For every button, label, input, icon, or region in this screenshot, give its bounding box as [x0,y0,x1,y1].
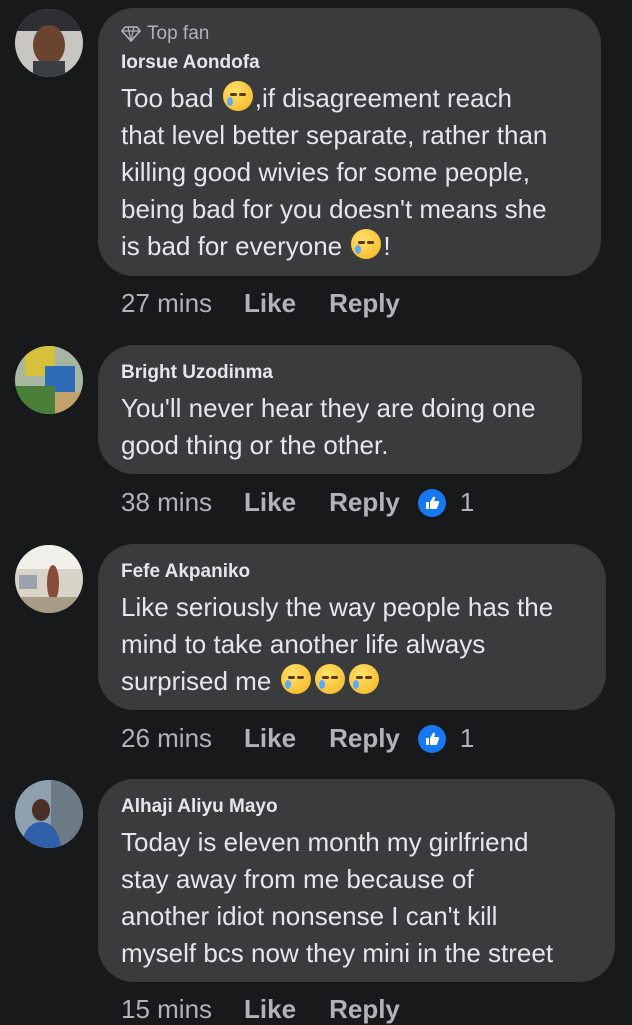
comment-text-line: is bad for everyone [121,231,350,261]
reply-button[interactable]: Reply [329,994,400,1025]
comment-text-line: another idiot nonsense I can't kill [121,901,498,931]
comment-actions: 26 mins Like Reply 1 [121,723,474,754]
comment-text-line: Like seriously the way people has the [121,592,554,622]
comment-text-line: Too bad [121,83,221,113]
comment-text-line: ,if disagreement reach [254,83,512,113]
avatar-image [15,780,83,848]
comment-text-line: that level better separate, rather than [121,120,548,150]
comment-text-line: ! [383,231,391,261]
comment-bubble: Alhaji Aliyu Mayo Today is eleven month … [98,779,615,982]
comment-text-line: good thing or the other. [121,430,389,460]
crying-face-icon [280,664,311,694]
badge-label: Top fan [147,23,210,44]
like-button[interactable]: Like [244,288,296,319]
comment-text-line: stay away from me because of [121,864,474,894]
reaction-summary[interactable]: 1 [417,487,475,518]
comment-text-line: mind to take another life always [121,629,486,659]
like-button[interactable]: Like [244,487,296,518]
timestamp[interactable]: 27 mins [121,288,212,319]
comment-actions: 15 mins Like Reply [121,994,400,1025]
avatar-image [15,545,83,613]
commenter-name[interactable]: Alhaji Aliyu Mayo [121,796,615,818]
thumbs-up-icon [417,724,446,753]
comment-bubble: Bright Uzodinma You'll never hear they a… [98,345,582,474]
thumbs-up-icon [417,488,446,517]
avatar[interactable] [15,346,83,414]
reaction-count: 1 [459,723,475,753]
avatar-image [15,346,83,414]
comment-text: You'll never hear they are doing one goo… [121,390,582,464]
commenter-name[interactable]: Fefe Akpaniko [121,561,606,583]
crying-face-icon [348,664,379,694]
comment-actions: 27 mins Like Reply [121,288,400,319]
like-button[interactable]: Like [244,994,296,1025]
comment-text-line: myself bcs now they mini in the street [121,938,554,968]
avatar-image [15,9,83,77]
timestamp[interactable]: 15 mins [121,994,212,1025]
comment-actions: 38 mins Like Reply 1 [121,487,474,518]
crying-face-icon [351,229,382,259]
comment-bubble: Top fan Iorsue Aondofa Too bad ,if disag… [98,8,601,276]
comment-bubble: Fefe Akpaniko Like seriously the way peo… [98,544,606,710]
crying-face-icon [314,664,345,694]
like-button[interactable]: Like [244,723,296,754]
avatar[interactable] [15,9,83,77]
comment-text-line: surprised me [121,666,279,696]
avatar[interactable] [15,545,83,613]
comment-text: Like seriously the way people has the mi… [121,589,606,700]
reaction-summary[interactable]: 1 [417,723,475,754]
avatar[interactable] [15,780,83,848]
comment-text-line: Today is eleven month my girlfriend [121,827,529,857]
comment-text-line: You'll never hear they are doing one [121,393,536,423]
commenter-name[interactable]: Iorsue Aondofa [121,52,601,74]
top-fan-badge[interactable]: Top fan [121,22,601,46]
comment-text: Today is eleven month my girlfriend stay… [121,824,615,972]
commenter-name[interactable]: Bright Uzodinma [121,362,582,384]
reply-button[interactable]: Reply [329,723,400,754]
crying-face-icon [222,81,253,111]
comment-text-line: killing good wivies for some people, [121,157,530,187]
reaction-count: 1 [459,487,475,517]
timestamp[interactable]: 26 mins [121,723,212,754]
reply-button[interactable]: Reply [329,288,400,319]
reply-button[interactable]: Reply [329,487,400,518]
comment-text: Too bad ,if disagreement reach that leve… [121,80,601,265]
diamond-icon [121,26,141,42]
timestamp[interactable]: 38 mins [121,487,212,518]
comment-text-line: being bad for you doesn't means she [121,194,547,224]
